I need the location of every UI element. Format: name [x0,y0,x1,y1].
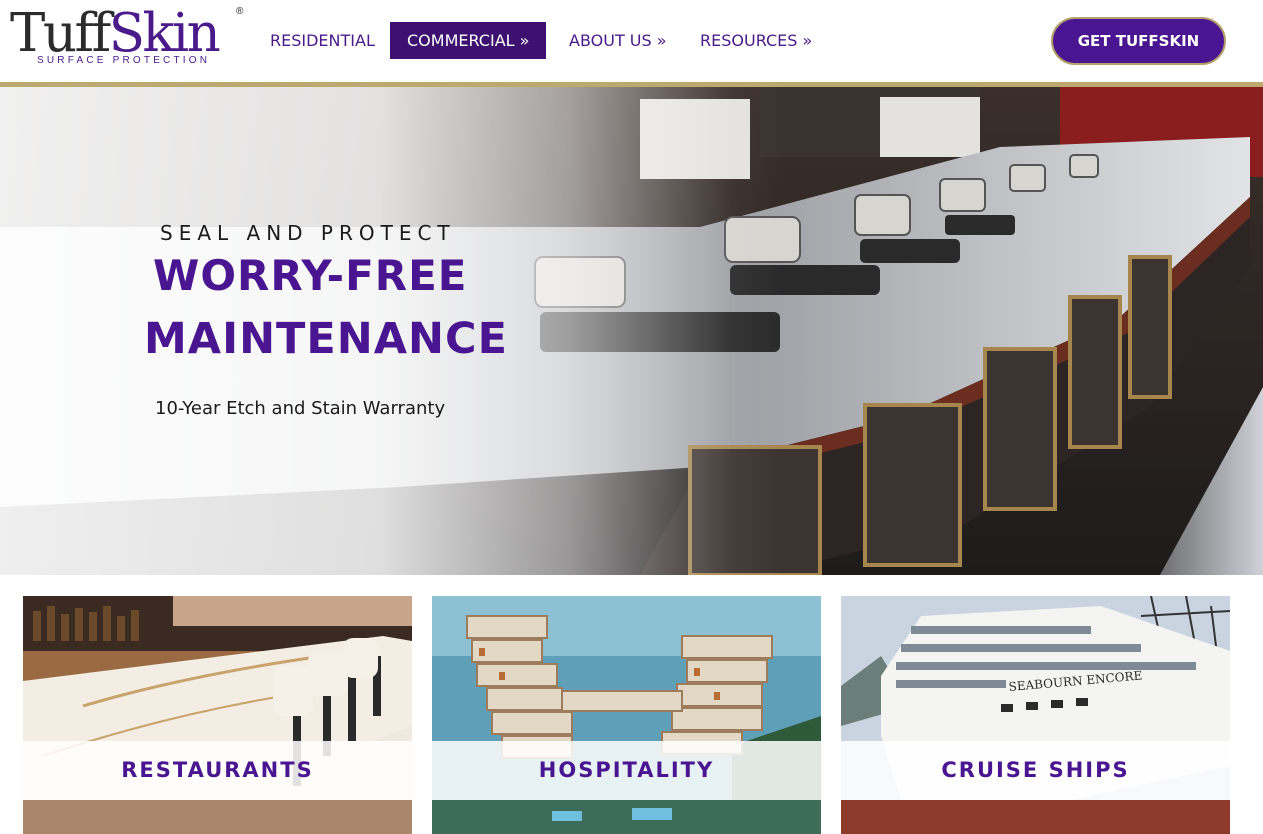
industry-cards: RESTAURANTS HOSPITALITY SEABOURN ENCORE … [0,575,1263,834]
hero-title-line2: MAINTENANCE [144,314,508,364]
get-tuffskin-button[interactable]: GET TUFFSKIN [1051,17,1226,65]
nav-resources[interactable]: RESOURCES » [700,22,812,59]
site-header: TuffSkin ® SURFACE PROTECTION RESIDENTIA… [0,0,1263,82]
card-cruise-ships-label: CRUISE SHIPS [941,758,1130,782]
hero-title-line1: WORRY-FREE [153,251,468,300]
logo-wordmark: TuffSkin [10,6,221,62]
nav-commercial[interactable]: COMMERCIAL » [390,22,547,59]
card-hospitality[interactable]: HOSPITALITY [432,596,821,834]
hero-subtitle: 10-Year Etch and Stain Warranty [155,398,446,419]
hero-banner: SEAL AND PROTECT WORRY-FREE MAINTENANCE … [0,87,1263,575]
card-restaurants-label: RESTAURANTS [121,758,314,782]
logo-tagline: SURFACE PROTECTION [37,55,211,66]
tuffskin-logo[interactable]: TuffSkin ® SURFACE PROTECTION [10,6,246,68]
nav-about-us[interactable]: ABOUT US » [569,22,667,59]
hero-eyebrow: SEAL AND PROTECT [160,221,456,245]
card-hospitality-label: HOSPITALITY [538,758,715,782]
card-restaurants[interactable]: RESTAURANTS [23,596,412,834]
nav-residential[interactable]: RESIDENTIAL [270,22,375,59]
registered-mark-icon: ® [236,6,244,17]
card-cruise-ships[interactable]: SEABOURN ENCORE CRUISE SHIPS [841,596,1230,834]
